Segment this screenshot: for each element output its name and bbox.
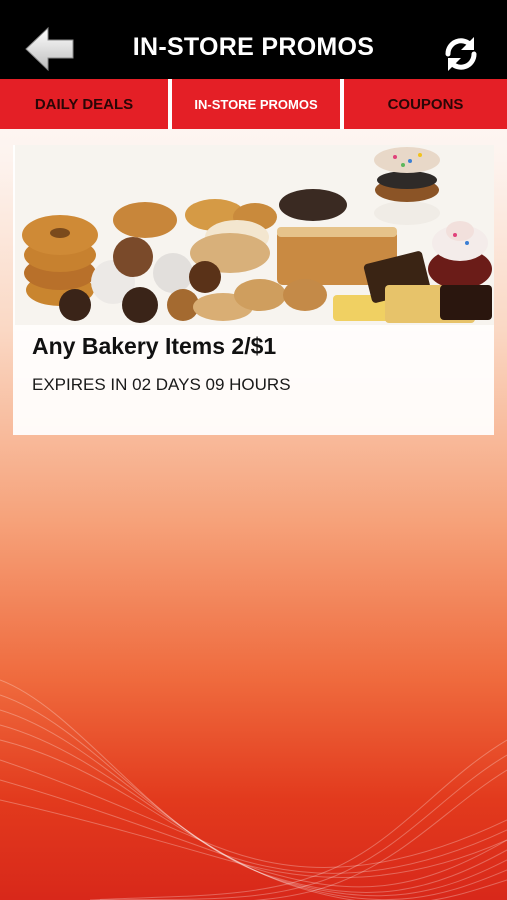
back-arrow-icon	[25, 26, 74, 72]
background-waves	[0, 679, 507, 900]
promo-card[interactable]: Any Bakery Items 2/$1 EXPIRES IN 02 DAYS…	[13, 145, 494, 435]
refresh-button[interactable]	[441, 34, 481, 74]
tab-daily-deals[interactable]: DAILY DEALS	[0, 79, 168, 129]
back-button[interactable]	[24, 26, 76, 72]
bakery-items-image	[15, 145, 494, 325]
tab-in-store-promos[interactable]: IN-STORE PROMOS	[172, 79, 340, 129]
top-bar: IN-STORE PROMOS	[0, 0, 507, 79]
page-title: IN-STORE PROMOS	[132, 33, 375, 61]
refresh-icon	[445, 37, 477, 71]
tab-bar: DAILY DEALS IN-STORE PROMOS COUPONS	[0, 79, 507, 129]
promo-expiry: EXPIRES IN 02 DAYS 09 HOURS	[32, 375, 291, 394]
promo-title: Any Bakery Items 2/$1	[32, 333, 277, 359]
tab-coupons[interactable]: COUPONS	[344, 79, 507, 129]
